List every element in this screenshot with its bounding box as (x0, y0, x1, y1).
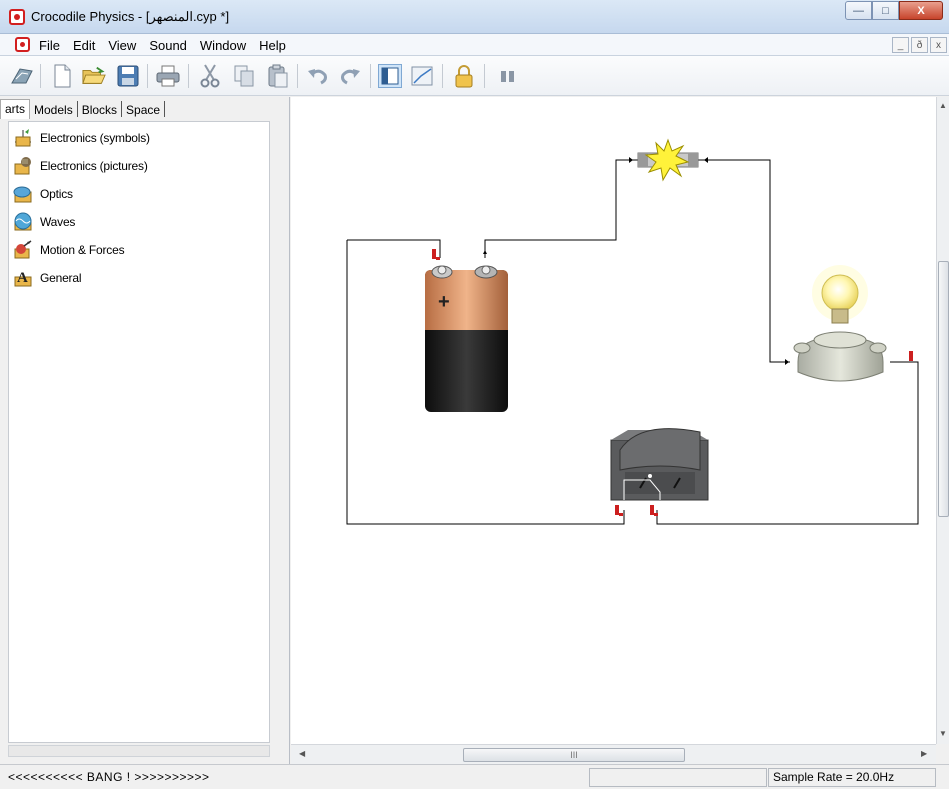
battery-polarity-label: + (438, 291, 450, 313)
menu-bar: File Edit View Sound Window Help _ ð x (0, 34, 949, 56)
parts-panel: arts Models Blocks Space Electronics (sy… (0, 97, 290, 764)
tree-item-general[interactable]: A General (13, 266, 81, 290)
cut-icon[interactable] (198, 64, 222, 88)
mdi-controls: _ ð x (890, 37, 947, 53)
tree-item-motion-forces[interactable]: Motion & Forces (13, 238, 125, 262)
mdi-restore-button[interactable]: ð (911, 37, 928, 53)
close-button[interactable]: X (899, 1, 943, 20)
menu-edit[interactable]: Edit (73, 38, 95, 53)
scroll-up-icon[interactable]: ▲ (939, 101, 947, 110)
redo-icon[interactable] (338, 64, 362, 88)
parts-tree: Electronics (symbols) Electronics (pictu… (8, 121, 270, 743)
parts-tabs: arts Models Blocks Space (0, 99, 166, 119)
copy-icon[interactable] (232, 64, 256, 88)
wire-arrows (483, 157, 789, 365)
mdi-minimize-button[interactable]: _ (892, 37, 909, 53)
motion-forces-icon (13, 240, 33, 260)
graph-icon[interactable] (410, 64, 434, 88)
optics-icon (13, 184, 33, 204)
new-file-icon[interactable] (50, 64, 74, 88)
battery-component[interactable]: + (425, 265, 508, 412)
tab-space[interactable]: Space (122, 101, 166, 117)
tree-item-optics[interactable]: Optics (13, 182, 73, 206)
parts-panel-scrollbar[interactable] (8, 745, 270, 757)
scroll-down-icon[interactable]: ▼ (939, 729, 947, 738)
vertical-scroll-thumb[interactable] (938, 261, 949, 517)
canvas-horizontal-scrollbar[interactable]: ◀ III ▶ (291, 744, 936, 764)
menu-help[interactable]: Help (259, 38, 286, 53)
electronics-picture-icon (13, 156, 33, 176)
mdi-close-button[interactable]: x (930, 37, 947, 53)
circuit-canvas[interactable]: + (291, 97, 936, 744)
tree-item-electronics-pictures[interactable]: Electronics (pictures) (13, 154, 148, 178)
menu-sound[interactable]: Sound (149, 38, 187, 53)
menu-window[interactable]: Window (200, 38, 246, 53)
switch-component[interactable] (610, 428, 709, 501)
tree-item-label: Electronics (symbols) (40, 131, 150, 145)
app-window: Crocodile Physics - [المنصهر.cyp *] — □ … (0, 0, 949, 789)
tree-item-label: Optics (40, 187, 73, 201)
save-icon[interactable] (116, 64, 140, 88)
status-panel-empty (589, 768, 767, 787)
pause-icon[interactable] (496, 64, 520, 88)
maximize-button[interactable]: □ (872, 1, 899, 20)
window-controls: — □ X (845, 1, 943, 20)
menu-view[interactable]: View (108, 38, 136, 53)
scroll-right-icon[interactable]: ▶ (921, 749, 927, 758)
open-folder-icon[interactable] (82, 64, 106, 88)
tab-blocks[interactable]: Blocks (78, 101, 123, 117)
horizontal-scroll-thumb[interactable]: III (463, 748, 685, 762)
lock-icon[interactable] (452, 64, 476, 88)
tree-item-label: Electronics (pictures) (40, 159, 148, 173)
status-message: <<<<<<<<<< BANG ! >>>>>>>>>> (8, 770, 210, 784)
tree-item-label: General (40, 271, 82, 285)
title-bar: Crocodile Physics - [المنصهر.cyp *] — □ … (0, 0, 949, 34)
tab-parts[interactable]: arts (0, 99, 31, 119)
tree-item-label: Waves (40, 215, 76, 229)
waves-icon (13, 212, 33, 232)
lamp-component[interactable] (793, 265, 887, 382)
sample-rate-label: Sample Rate = 20.0Hz (773, 770, 895, 784)
tree-item-waves[interactable]: Waves (13, 210, 75, 234)
tab-models[interactable]: Models (30, 101, 78, 117)
scroll-left-icon[interactable]: ◀ (299, 749, 305, 758)
parts-panel-toggle-icon[interactable] (378, 64, 402, 88)
print-icon[interactable] (156, 64, 180, 88)
canvas-vertical-scrollbar[interactable]: ▲ ▼ (936, 97, 949, 744)
minimize-button[interactable]: — (845, 1, 872, 20)
tree-item-electronics-symbols[interactable]: Electronics (symbols) (13, 126, 150, 150)
window-title: Crocodile Physics - [المنصهر.cyp *] (31, 9, 230, 24)
svg-text:A: A (17, 270, 28, 286)
parts-bin-icon[interactable] (10, 64, 34, 88)
crocodile-app-icon[interactable] (9, 9, 25, 25)
fuse-component[interactable] (637, 138, 699, 182)
status-bar: <<<<<<<<<< BANG ! >>>>>>>>>> Sample Rate… (0, 764, 949, 789)
document-icon[interactable] (15, 37, 30, 52)
resistor-symbol-icon (13, 128, 33, 148)
undo-icon[interactable] (306, 64, 330, 88)
tree-item-label: Motion & Forces (40, 243, 125, 257)
paste-icon[interactable] (266, 64, 290, 88)
menu-file[interactable]: File (39, 38, 60, 53)
general-icon: A (13, 268, 33, 288)
toolbar (0, 56, 949, 96)
